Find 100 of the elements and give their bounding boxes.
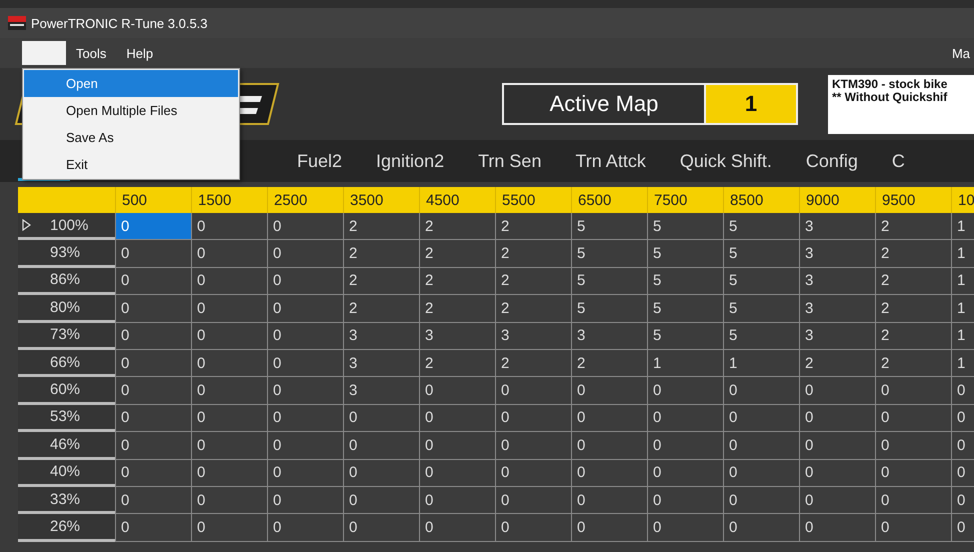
table-cell[interactable]: 0 <box>115 213 191 240</box>
table-cell[interactable]: 0 <box>191 240 267 268</box>
table-cell[interactable]: 2 <box>875 295 951 323</box>
table-cell[interactable]: 1 <box>723 350 799 378</box>
tab[interactable]: C <box>880 150 916 172</box>
table-cell[interactable]: 5 <box>723 295 799 323</box>
table-cell[interactable]: 5 <box>647 295 723 323</box>
table-cell[interactable]: 0 <box>343 460 419 487</box>
table-cell[interactable]: 3 <box>343 350 419 378</box>
table-cell[interactable]: 0 <box>495 432 571 460</box>
table-cell[interactable]: 2 <box>419 268 495 296</box>
table-cell[interactable]: 0 <box>799 377 875 405</box>
table-cell[interactable]: 0 <box>267 295 343 323</box>
table-cell[interactable]: 3 <box>799 295 875 323</box>
table-cell[interactable]: 0 <box>343 404 419 432</box>
table-cell[interactable]: 1 <box>951 240 974 268</box>
table-cell[interactable]: 3 <box>571 322 647 350</box>
table-cell[interactable]: 0 <box>419 432 495 460</box>
table-cell[interactable]: 0 <box>647 460 723 487</box>
table-cell[interactable]: 2 <box>875 213 951 240</box>
table-cell[interactable]: 5 <box>571 240 647 268</box>
table-cell[interactable]: 0 <box>723 377 799 405</box>
table-cell[interactable]: 2 <box>495 240 571 268</box>
table-cell[interactable]: 3 <box>799 322 875 350</box>
table-cell[interactable]: 0 <box>115 322 191 350</box>
table-cell[interactable]: 0 <box>723 460 799 487</box>
dropdown-item[interactable]: Exit <box>24 151 238 178</box>
table-cell[interactable]: 3 <box>419 322 495 350</box>
table-cell[interactable]: 0 <box>951 404 974 432</box>
table-cell[interactable]: 0 <box>875 486 951 514</box>
table-cell[interactable]: 0 <box>875 460 951 487</box>
table-cell[interactable]: 0 <box>723 486 799 514</box>
table-cell[interactable]: 0 <box>799 432 875 460</box>
table-cell[interactable]: 2 <box>343 240 419 268</box>
table-cell[interactable]: 0 <box>267 213 343 240</box>
table-cell[interactable]: 2 <box>419 240 495 268</box>
table-cell[interactable]: 0 <box>723 404 799 432</box>
table-cell[interactable]: 0 <box>419 460 495 487</box>
row-header[interactable]: 66% <box>18 350 115 378</box>
table-cell[interactable]: 0 <box>267 377 343 405</box>
table-cell[interactable]: 5 <box>647 268 723 296</box>
row-header[interactable]: 26% <box>18 514 115 542</box>
table-cell[interactable]: 0 <box>115 486 191 514</box>
table-cell[interactable]: 3 <box>799 240 875 268</box>
table-cell[interactable]: 0 <box>115 350 191 378</box>
table-cell[interactable]: 2 <box>875 322 951 350</box>
table-cell[interactable]: 5 <box>647 322 723 350</box>
table-cell[interactable]: 0 <box>115 377 191 405</box>
table-cell[interactable]: 0 <box>647 404 723 432</box>
table-cell[interactable]: 3 <box>799 213 875 240</box>
row-header[interactable]: 86% <box>18 268 115 296</box>
table-cell[interactable]: 0 <box>799 404 875 432</box>
table-cell[interactable]: 0 <box>571 377 647 405</box>
table-cell[interactable]: 0 <box>647 514 723 542</box>
table-cell[interactable]: 0 <box>571 460 647 487</box>
table-cell[interactable]: 0 <box>267 350 343 378</box>
table-cell[interactable]: 0 <box>191 295 267 323</box>
table-cell[interactable]: 0 <box>875 432 951 460</box>
table-cell[interactable]: 0 <box>495 514 571 542</box>
table-cell[interactable]: 2 <box>495 268 571 296</box>
table-cell[interactable]: 0 <box>571 514 647 542</box>
table-cell[interactable]: 1 <box>951 350 974 378</box>
row-header[interactable]: 80% <box>18 295 115 323</box>
table-cell[interactable]: 2 <box>495 213 571 240</box>
table-cell[interactable]: 0 <box>267 268 343 296</box>
table-cell[interactable]: 2 <box>875 268 951 296</box>
table-cell[interactable]: 0 <box>267 460 343 487</box>
table-cell[interactable]: 0 <box>267 514 343 542</box>
table-cell[interactable]: 0 <box>875 404 951 432</box>
table-cell[interactable]: 0 <box>723 514 799 542</box>
table-cell[interactable]: 0 <box>419 486 495 514</box>
table-cell[interactable]: 0 <box>191 268 267 296</box>
table-cell[interactable]: 5 <box>571 295 647 323</box>
table-cell[interactable]: 0 <box>191 377 267 405</box>
row-header[interactable]: 73% <box>18 322 115 350</box>
table-cell[interactable]: 2 <box>419 213 495 240</box>
table-cell[interactable]: 0 <box>191 514 267 542</box>
table-cell[interactable]: 0 <box>647 377 723 405</box>
table-cell[interactable]: 0 <box>419 377 495 405</box>
table-cell[interactable]: 2 <box>875 350 951 378</box>
row-header[interactable]: 100% <box>18 213 115 240</box>
table-cell[interactable]: 0 <box>267 404 343 432</box>
table-cell[interactable]: 2 <box>419 295 495 323</box>
table-cell[interactable]: 0 <box>191 486 267 514</box>
table-cell[interactable]: 0 <box>495 486 571 514</box>
open-menu-header[interactable] <box>22 41 66 65</box>
table-cell[interactable]: 0 <box>647 432 723 460</box>
table-cell[interactable]: 0 <box>495 377 571 405</box>
table-cell[interactable]: 0 <box>191 432 267 460</box>
table-cell[interactable]: 0 <box>191 460 267 487</box>
table-cell[interactable]: 0 <box>571 432 647 460</box>
table-cell[interactable]: 0 <box>951 460 974 487</box>
table-cell[interactable]: 5 <box>723 240 799 268</box>
row-header[interactable]: 40% <box>18 460 115 487</box>
table-cell[interactable]: 5 <box>571 268 647 296</box>
table-cell[interactable]: 0 <box>115 268 191 296</box>
table-cell[interactable]: 0 <box>343 486 419 514</box>
tab[interactable]: Config <box>794 150 869 172</box>
table-cell[interactable]: 0 <box>799 460 875 487</box>
table-cell[interactable]: 0 <box>343 432 419 460</box>
